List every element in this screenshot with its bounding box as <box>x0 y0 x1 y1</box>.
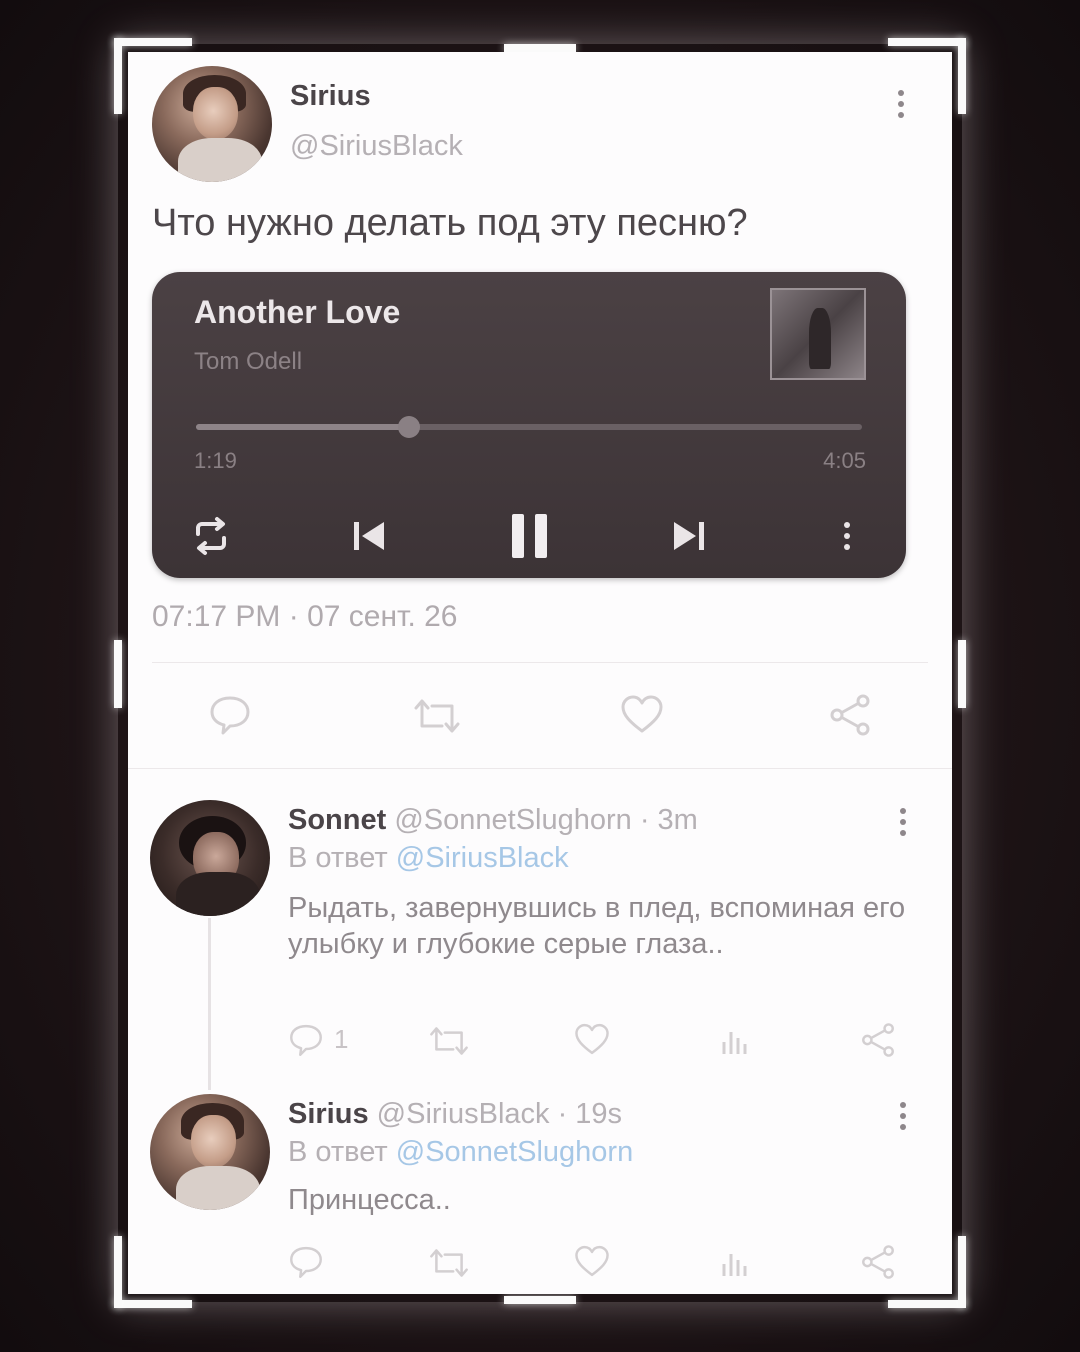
song-artist: Tom Odell <box>194 348 303 375</box>
reply-icon[interactable] <box>208 694 252 736</box>
reply-handle-time[interactable]: @SiriusBlack · 19s <box>377 1098 622 1130</box>
share-icon[interactable] <box>860 1022 896 1058</box>
reply-icon[interactable] <box>288 1022 324 1058</box>
reply-text: Принцесса.. <box>288 1184 451 1216</box>
analytics-icon[interactable] <box>720 1024 750 1056</box>
pause-icon[interactable] <box>508 512 552 560</box>
progress-track[interactable] <box>196 416 862 438</box>
reply-to-mention[interactable]: @SonnetSlughorn <box>396 1136 633 1168</box>
reply-author-name[interactable]: Sirius <box>288 1098 369 1130</box>
previous-track-icon[interactable] <box>350 516 390 556</box>
retweet-icon[interactable] <box>412 696 462 736</box>
analytics-icon[interactable] <box>720 1246 750 1278</box>
reply-author-name[interactable]: Sonnet <box>288 804 386 836</box>
progress-knob[interactable] <box>398 416 421 438</box>
corner-bracket-bottom-right-v <box>958 1236 966 1308</box>
divider <box>152 662 928 663</box>
reply-header: Sirius @SiriusBlack · 19s <box>288 1098 622 1131</box>
reply-to-line: В ответ @SonnetSlughorn <box>288 1136 633 1169</box>
corner-bracket-bottom-left-v <box>114 1236 122 1308</box>
reply-count: 1 <box>334 1024 349 1054</box>
music-player-card[interactable]: Another Love Tom Odell 1:19 4:05 <box>152 272 906 578</box>
reply-to-prefix: В ответ <box>288 842 388 874</box>
divider <box>128 768 952 769</box>
reply-to-line: В ответ @SiriusBlack <box>288 842 569 875</box>
repeat-icon[interactable] <box>190 516 232 556</box>
reply-to-prefix: В ответ <box>288 1136 388 1168</box>
reply-icon[interactable] <box>288 1244 324 1280</box>
like-icon[interactable] <box>574 1244 610 1278</box>
reply-text: Рыдать, завернувшись в плед, вспоминая е… <box>288 892 906 960</box>
corner-bracket-bottom-right <box>888 1300 966 1308</box>
corner-bracket-top-right-v <box>958 38 966 114</box>
reply-avatar-sonnet[interactable] <box>150 800 270 916</box>
total-time: 4:05 <box>823 448 866 473</box>
edge-tick-left <box>114 640 122 708</box>
share-icon[interactable] <box>828 694 872 736</box>
corner-bracket-top-right <box>888 38 966 46</box>
like-icon[interactable] <box>620 694 664 734</box>
reply-handle-time[interactable]: @SonnetSlughorn · 3m <box>394 804 698 836</box>
corner-bracket-top-left-v <box>114 38 122 114</box>
next-track-icon[interactable] <box>668 516 708 556</box>
reply-to-mention[interactable]: @SiriusBlack <box>396 842 569 874</box>
corner-bracket-top-left <box>114 38 192 46</box>
album-cover <box>770 288 866 380</box>
author-avatar[interactable] <box>152 66 272 182</box>
like-icon[interactable] <box>574 1022 610 1056</box>
retweet-icon[interactable] <box>428 1246 470 1280</box>
reply-avatar-sirius[interactable] <box>150 1094 270 1210</box>
tweet-card: Sirius @SiriusBlack Что нужно делать под… <box>128 52 952 1294</box>
retweet-icon[interactable] <box>428 1024 470 1058</box>
tweet-timestamp: 07:17 PM · 07 сент. 26 <box>152 600 458 633</box>
thread-line <box>208 918 211 1090</box>
current-time: 1:19 <box>194 448 237 473</box>
edge-tick-right <box>958 640 966 708</box>
edge-tick-bottom <box>504 1296 576 1304</box>
author-name[interactable]: Sirius <box>290 80 371 113</box>
progress-fill <box>196 424 410 430</box>
author-handle[interactable]: @SiriusBlack <box>290 130 463 163</box>
reply-more-icon[interactable] <box>900 1102 908 1135</box>
more-options-icon[interactable] <box>898 90 906 123</box>
reply-header: Sonnet @SonnetSlughorn · 3m <box>288 804 698 837</box>
song-title: Another Love <box>194 294 401 330</box>
corner-bracket-bottom-left <box>114 1300 192 1308</box>
share-icon[interactable] <box>860 1244 896 1280</box>
tweet-text: Что нужно делать под эту песню? <box>152 202 748 244</box>
edge-tick-top <box>504 44 576 52</box>
player-more-icon[interactable] <box>844 522 852 555</box>
reply-more-icon[interactable] <box>900 808 908 841</box>
